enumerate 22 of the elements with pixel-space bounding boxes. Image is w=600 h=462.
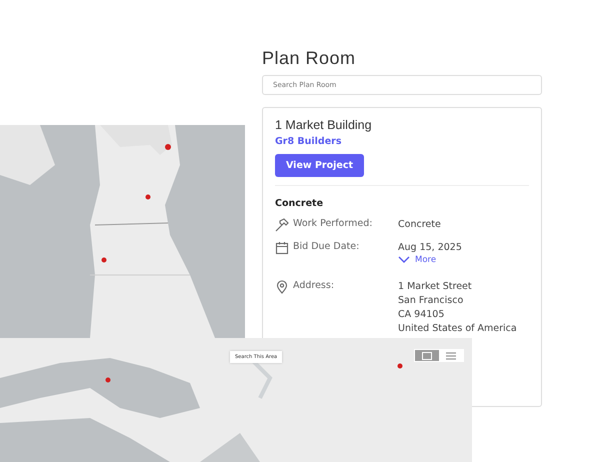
hammer-icon <box>275 218 289 232</box>
field-value: 1 Market Street <box>398 280 472 294</box>
more-link[interactable]: More <box>398 255 436 265</box>
field-value: San Francisco <box>398 294 464 308</box>
calendar-icon <box>275 241 289 255</box>
section-heading: Concrete <box>275 198 324 209</box>
field-value: Concrete <box>398 218 441 232</box>
field-value: Aug 15, 2025 <box>398 241 462 255</box>
view-project-button[interactable]: View Project <box>275 154 364 177</box>
field-label: Address: <box>293 280 334 291</box>
location-pin-icon <box>275 280 289 294</box>
project-name: 1 Market Building <box>275 118 372 132</box>
list-icon <box>446 352 456 360</box>
map-view-toggle[interactable] <box>415 350 439 361</box>
field-label: Bid Due Date: <box>293 241 360 252</box>
field-label: Work Performed: <box>293 218 372 229</box>
company-link[interactable]: Gr8 Builders <box>275 136 342 147</box>
field-value: United States of America <box>398 322 517 336</box>
page-title: Plan Room <box>262 48 357 69</box>
field-value: CA 94105 <box>398 308 444 322</box>
map-icon <box>422 352 432 360</box>
chevron-down-icon <box>398 256 410 264</box>
